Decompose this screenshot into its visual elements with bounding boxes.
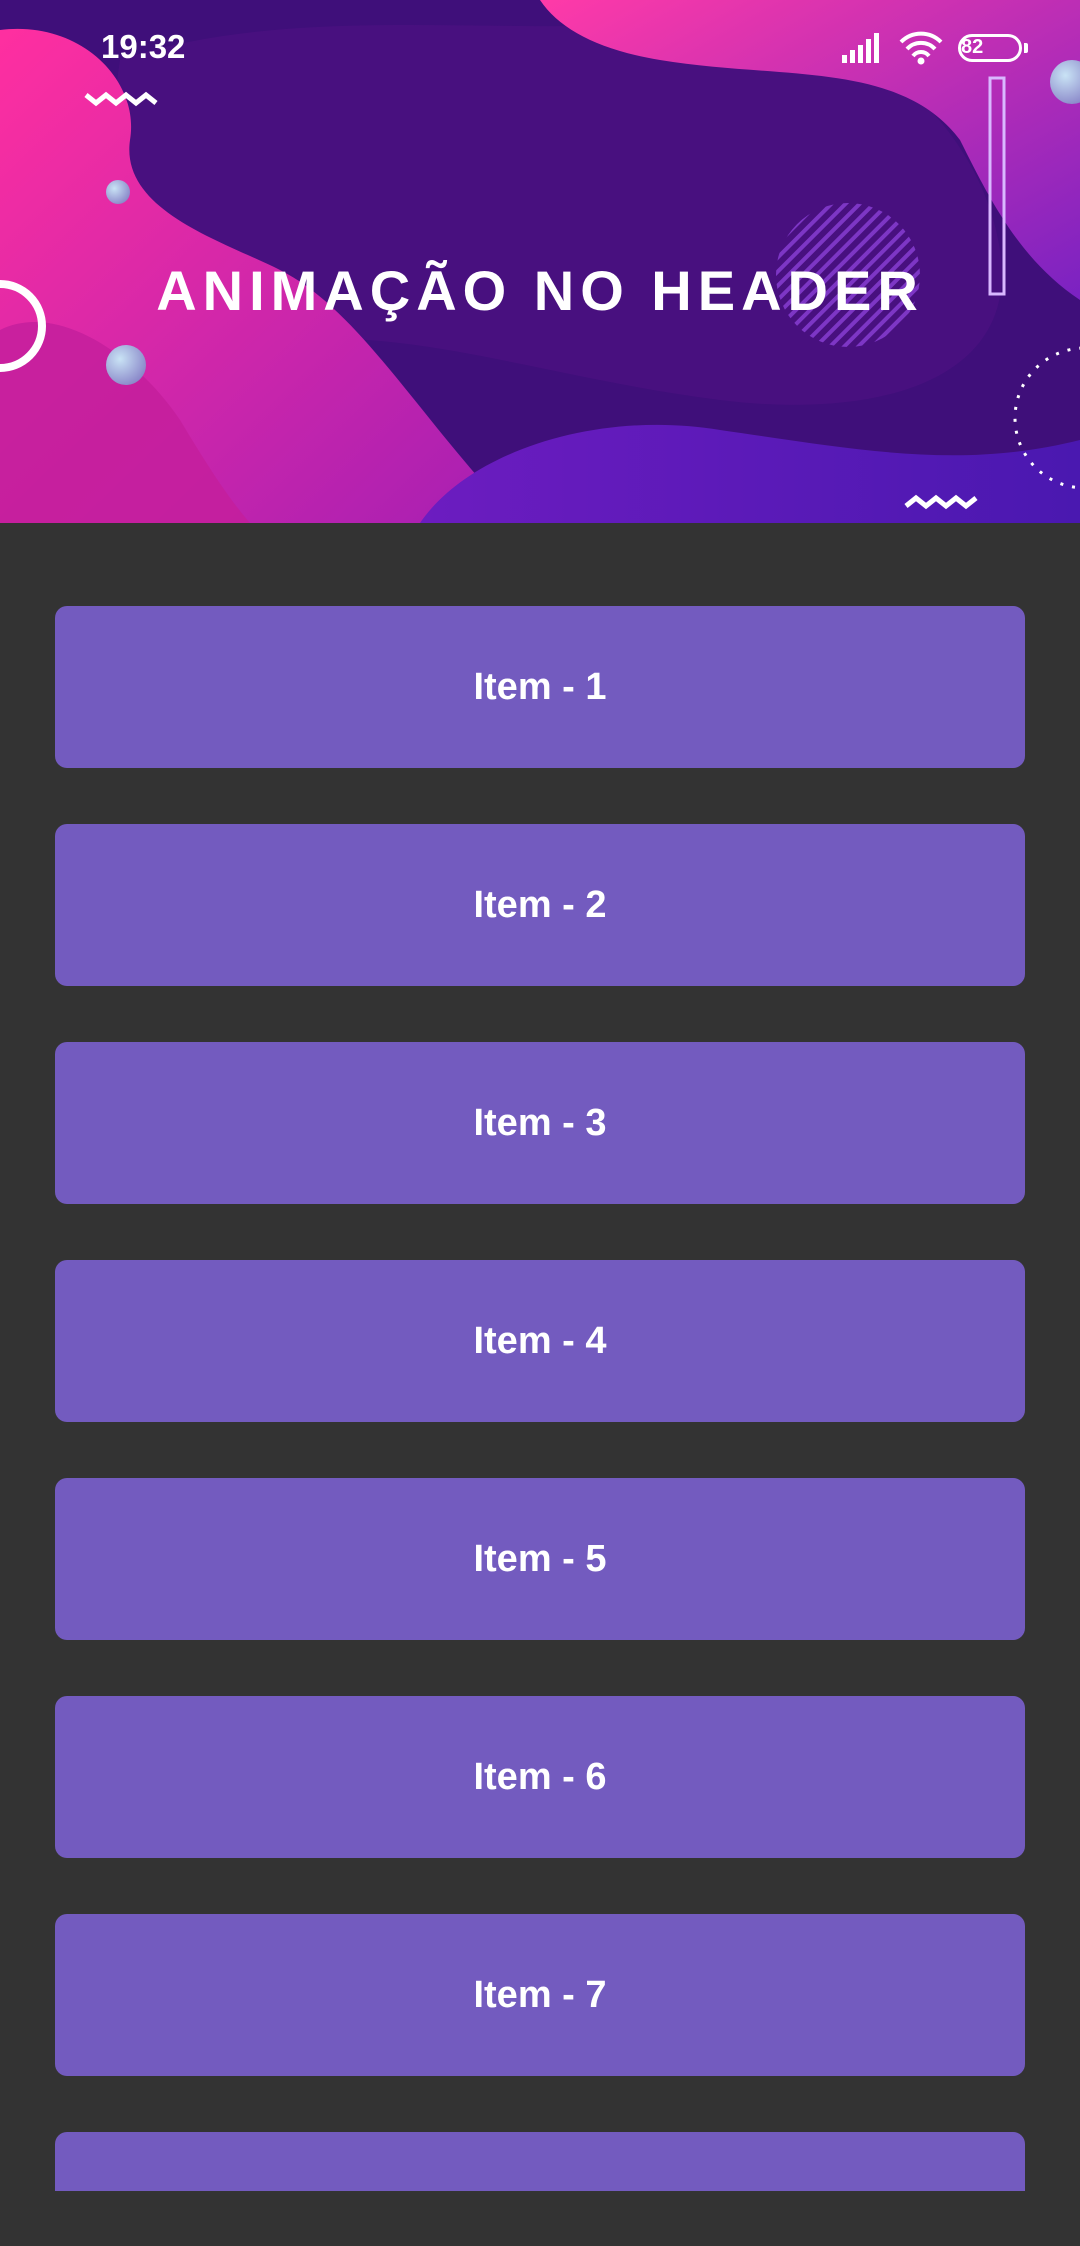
list-item-6[interactable]: Item - 6 bbox=[55, 1696, 1025, 1858]
list-item-label: Item - 2 bbox=[473, 883, 607, 926]
list-item-label: Item - 4 bbox=[473, 1319, 607, 1362]
list-item-3[interactable]: Item - 3 bbox=[55, 1042, 1025, 1204]
list-item-5[interactable]: Item - 5 bbox=[55, 1478, 1025, 1640]
status-icons: 82 bbox=[842, 30, 1028, 66]
battery-level: 82 bbox=[961, 36, 984, 58]
list-item-label: Item - 6 bbox=[473, 1755, 607, 1798]
list-item-label: Item - 5 bbox=[473, 1537, 607, 1580]
list-item-7[interactable]: Item - 7 bbox=[55, 1914, 1025, 2076]
list-item-label: Item - 3 bbox=[473, 1101, 607, 1144]
list-item-label: Item - 7 bbox=[473, 1973, 607, 2016]
status-time: 19:32 bbox=[101, 28, 186, 65]
item-list[interactable]: Item - 1 Item - 2 Item - 3 Item - 4 Item… bbox=[55, 606, 1025, 2246]
list-item-1[interactable]: Item - 1 bbox=[55, 606, 1025, 768]
list-bottom-mask bbox=[0, 2191, 1080, 2246]
wifi-icon bbox=[898, 31, 944, 65]
list-item-4[interactable]: Item - 4 bbox=[55, 1260, 1025, 1422]
header-title: ANIMAÇÃO NO HEADER bbox=[156, 259, 924, 322]
list-item-2[interactable]: Item - 2 bbox=[55, 824, 1025, 986]
battery-cap bbox=[1024, 43, 1028, 53]
list-item-label: Item - 1 bbox=[473, 665, 607, 708]
battery-icon: 82 bbox=[958, 34, 1028, 62]
app-screen: ANIMAÇÃO NO HEADER 19:32 82 Item - 1 Ite… bbox=[0, 0, 1080, 2246]
signal-icon bbox=[842, 33, 882, 63]
status-bar: 19:32 82 bbox=[0, 0, 1080, 96]
